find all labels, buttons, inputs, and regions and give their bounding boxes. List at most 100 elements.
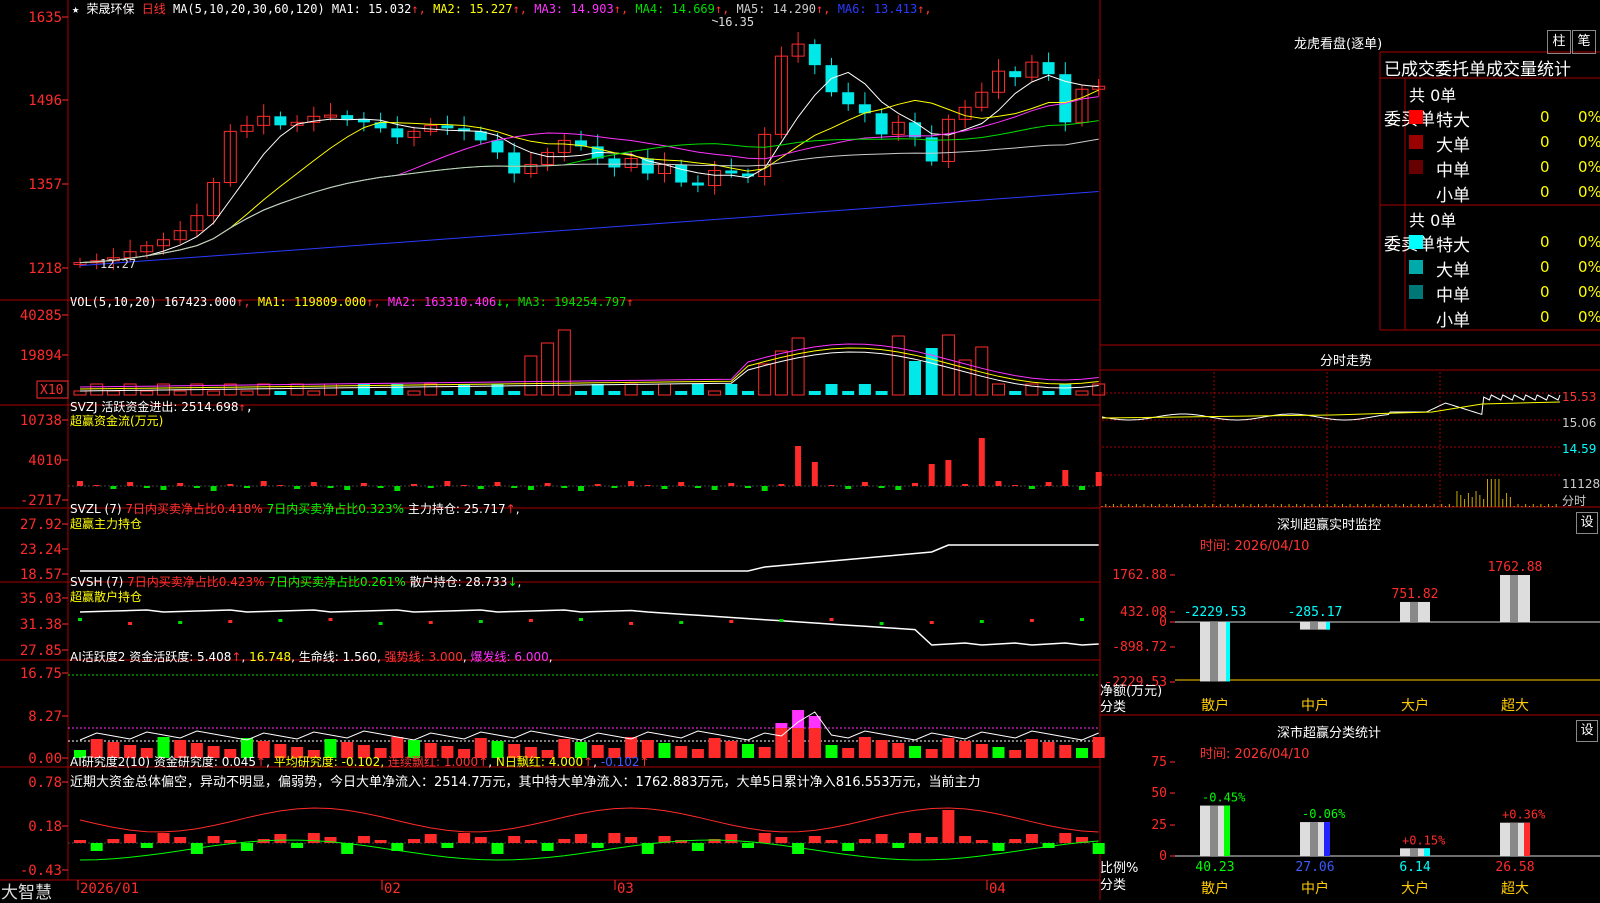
volume-bar-down[interactable] [575,391,587,395]
research-bar-negative[interactable] [742,843,754,848]
svzj-bar-positive[interactable] [360,483,367,486]
svzj-bar-positive[interactable] [1012,485,1019,486]
candle-down[interactable] [808,44,821,66]
svzj-bar-negative[interactable] [394,486,401,491]
star-icon[interactable]: ★ [72,2,79,16]
research-bar-negative[interactable] [691,843,704,851]
svzj-bar-positive[interactable] [127,482,134,486]
volume-bar-down[interactable] [474,391,487,395]
research-bar-positive[interactable] [608,833,621,843]
svzj-bar-positive[interactable] [945,460,952,486]
research-bar-negative[interactable] [992,843,1005,851]
active-bar[interactable] [842,748,855,758]
svzj-bar-negative[interactable] [578,486,584,491]
volume-bar-up[interactable] [658,383,671,396]
active-bar[interactable] [1076,748,1088,758]
volume-bar-up[interactable] [624,383,638,396]
research-bar-negative[interactable] [491,843,504,854]
research-bar-positive[interactable] [858,839,871,843]
volume-bar-up[interactable] [407,390,421,396]
svzj-bar-positive[interactable] [678,482,685,486]
candle-down[interactable] [725,170,738,174]
research-bar-negative[interactable] [591,843,604,848]
research-bar-positive[interactable] [174,837,187,843]
period-label[interactable]: 日线 [142,2,166,16]
svzj-bar-negative[interactable] [210,486,217,491]
research-bar-negative[interactable] [140,843,153,848]
active-bar[interactable] [1025,739,1038,758]
volume-bar-down[interactable] [875,391,888,395]
volume-bar-up[interactable] [541,342,555,396]
active-bar[interactable] [1059,745,1072,758]
candle-down[interactable] [608,158,621,168]
svzj-bar-positive[interactable] [177,483,184,486]
volume-bar-down[interactable] [641,391,654,395]
volume-bar-down[interactable] [341,391,354,395]
svzj-bar-negative[interactable] [1028,486,1035,489]
volume-bar-down[interactable] [1042,391,1055,395]
active-bar[interactable] [1092,737,1105,758]
research-bar-positive[interactable] [975,840,988,843]
volume-bar-down[interactable] [842,391,855,395]
svzj-bar-negative[interactable] [327,486,334,488]
svzj-bar-negative[interactable] [561,486,568,488]
svzj-bar-positive[interactable] [861,482,868,486]
svzj-bar-positive[interactable] [811,462,818,486]
volume-bar-up[interactable] [708,390,722,396]
research-bar-positive[interactable] [725,834,738,843]
research-bar-positive[interactable] [424,834,437,843]
active-bar[interactable] [1042,742,1055,758]
column-view-button[interactable]: 柱 [1547,30,1571,54]
research-bar-negative[interactable] [90,843,103,851]
research-bar-positive[interactable] [374,840,387,843]
volume-bar-down[interactable] [691,384,704,395]
research-bar-positive[interactable] [1009,839,1022,843]
candle-down[interactable] [508,152,521,174]
candle-down[interactable] [875,113,888,135]
research-bar-positive[interactable] [124,834,137,843]
active-bar[interactable] [708,738,721,758]
volume-bar-up[interactable] [106,390,120,396]
active-bar[interactable] [875,740,888,758]
svzj-bar-positive[interactable] [77,481,83,486]
volume-bar-up[interactable] [424,383,438,396]
svzj-bar-negative[interactable] [143,486,150,488]
candle-down[interactable] [1042,62,1055,75]
active-bar[interactable] [691,749,704,758]
svzj-bar-negative[interactable] [344,486,351,490]
active-bar[interactable] [725,741,738,758]
svzj-bar-positive[interactable] [995,481,1002,486]
research-bar-positive[interactable] [909,833,921,843]
svzj-bar-negative[interactable] [427,486,434,488]
candle-down[interactable] [391,128,404,138]
research-bar-positive[interactable] [408,839,420,843]
svzj-bar-positive[interactable] [310,482,317,486]
svzj-bar-positive[interactable] [912,483,918,486]
svzj-bar-negative[interactable] [511,486,518,488]
research-bar-peak[interactable] [942,810,955,843]
svzj-bar-positive[interactable] [962,484,969,486]
svzj-bar-negative[interactable] [110,486,117,489]
volume-bar-up[interactable] [307,390,321,396]
svzj-bar-negative[interactable] [377,486,384,488]
volume-bar-down[interactable] [608,391,621,395]
svzj-bar-negative[interactable] [694,486,701,488]
research-bar-negative[interactable] [341,843,354,854]
research-bar-positive[interactable] [825,840,838,843]
svzj-bar-negative[interactable] [661,486,668,489]
research-bar-positive[interactable] [224,840,237,843]
svzj-bar-negative[interactable] [477,486,484,489]
research-bar-positive[interactable] [959,836,972,843]
research-bar-negative[interactable] [291,843,304,848]
svzj-bar-positive[interactable] [795,446,802,486]
research-bar-positive[interactable] [758,833,771,843]
longhu-tabs[interactable]: 已成交委托单成交量统计 [1384,55,1600,80]
svzj-bar-positive[interactable] [828,485,835,486]
research-bar-positive[interactable] [274,834,287,843]
volume-bar-down[interactable] [508,391,521,395]
research-bar-positive[interactable] [458,833,471,843]
active-bar[interactable] [892,743,905,758]
svzj-bar-negative[interactable] [895,486,902,490]
volume-bar-up[interactable] [123,383,137,396]
svzj-bar-positive[interactable] [494,482,501,486]
